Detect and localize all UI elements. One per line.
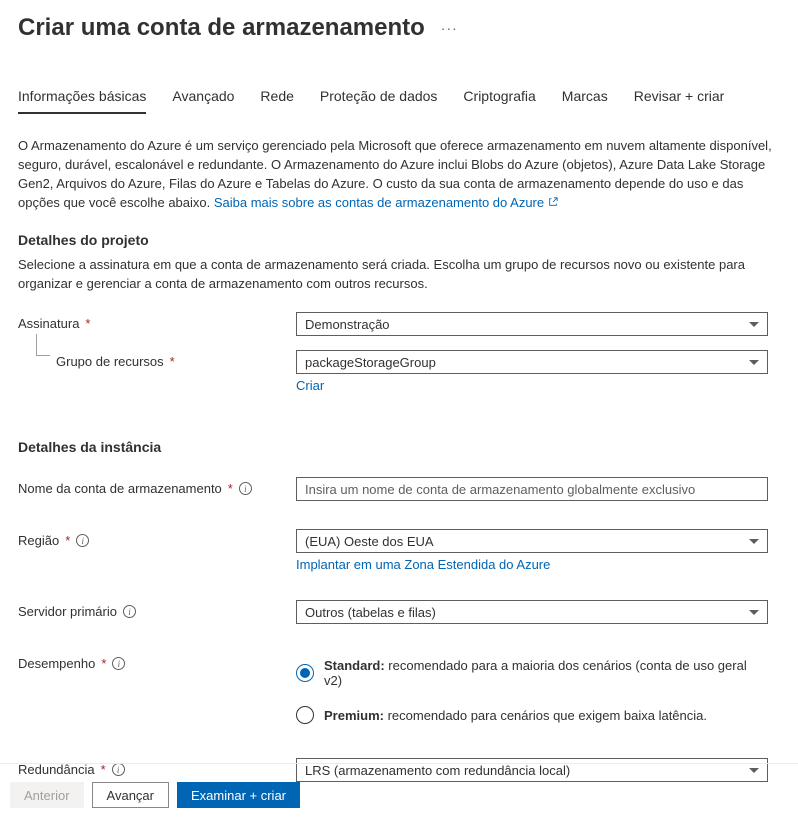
required-asterisk: *	[170, 354, 175, 369]
row-primary-service: Servidor primário i Outros (tabelas e fi…	[18, 600, 780, 624]
tab-advanced[interactable]: Avançado	[172, 88, 234, 114]
row-resource-group: Grupo de recursos* packageStorageGroup C…	[18, 350, 780, 393]
required-asterisk: *	[228, 481, 233, 496]
form-content: O Armazenamento do Azure é um serviço ge…	[0, 115, 798, 806]
previous-button: Anterior	[10, 782, 84, 808]
tab-encryption[interactable]: Criptografia	[463, 88, 535, 114]
create-resource-group-link[interactable]: Criar	[296, 378, 324, 393]
tab-networking[interactable]: Rede	[260, 88, 293, 114]
tab-review-create[interactable]: Revisar + criar	[634, 88, 725, 114]
section-project-details-desc: Selecione a assinatura em que a conta de…	[18, 256, 780, 294]
tab-bar: Informações básicas Avançado Rede Proteç…	[0, 48, 798, 115]
row-region: Região* i (EUA) Oeste dos EUA Implantar …	[18, 529, 780, 572]
row-subscription: Assinatura* Demonstração	[18, 312, 780, 336]
page-title: Criar uma conta de armazenamento	[18, 14, 425, 42]
region-label: Região* i	[18, 529, 296, 548]
region-value: (EUA) Oeste dos EUA	[305, 534, 434, 549]
info-icon[interactable]: i	[76, 534, 89, 547]
info-icon[interactable]: i	[112, 657, 125, 670]
page-header: Criar uma conta de armazenamento ···	[0, 0, 798, 48]
subscription-select[interactable]: Demonstração	[296, 312, 768, 336]
info-icon[interactable]: i	[239, 482, 252, 495]
performance-label: Desempenho* i	[18, 652, 296, 671]
chevron-down-icon	[749, 322, 759, 327]
performance-radio-premium[interactable]: Premium: recomendado para cenários que e…	[296, 706, 768, 724]
resource-group-select[interactable]: packageStorageGroup	[296, 350, 768, 374]
storage-name-label: Nome da conta de armazenamento* i	[18, 477, 296, 496]
learn-more-link[interactable]: Saiba mais sobre as contas de armazename…	[214, 195, 558, 210]
review-create-button[interactable]: Examinar + criar	[177, 782, 300, 808]
storage-name-input[interactable]	[296, 477, 768, 501]
footer-bar: Anterior Avançar Examinar + criar	[0, 763, 798, 826]
more-icon[interactable]: ···	[441, 20, 458, 36]
external-link-icon	[548, 197, 558, 207]
tab-tags[interactable]: Marcas	[562, 88, 608, 114]
primary-service-label: Servidor primário i	[18, 600, 296, 619]
subscription-label: Assinatura*	[18, 312, 296, 331]
performance-standard-label: Standard: recomendado para a maioria dos…	[324, 658, 768, 688]
resource-group-value: packageStorageGroup	[305, 355, 436, 370]
radio-icon	[296, 664, 314, 682]
tab-basics[interactable]: Informações básicas	[18, 88, 146, 114]
tree-line-icon	[36, 334, 50, 356]
resource-group-label: Grupo de recursos*	[18, 350, 296, 369]
primary-service-select[interactable]: Outros (tabelas e filas)	[296, 600, 768, 624]
subscription-value: Demonstração	[305, 317, 390, 332]
extended-zone-link[interactable]: Implantar em uma Zona Estendida do Azure	[296, 557, 550, 572]
row-storage-name: Nome da conta de armazenamento* i	[18, 477, 780, 501]
chevron-down-icon	[749, 360, 759, 365]
performance-premium-label: Premium: recomendado para cenários que e…	[324, 708, 707, 723]
primary-service-value: Outros (tabelas e filas)	[305, 605, 436, 620]
region-select[interactable]: (EUA) Oeste dos EUA	[296, 529, 768, 553]
info-icon[interactable]: i	[123, 605, 136, 618]
required-asterisk: *	[65, 533, 70, 548]
intro-text: O Armazenamento do Azure é um serviço ge…	[18, 137, 780, 212]
row-performance: Desempenho* i Standard: recomendado para…	[18, 652, 780, 724]
performance-radio-standard[interactable]: Standard: recomendado para a maioria dos…	[296, 658, 768, 688]
required-asterisk: *	[85, 316, 90, 331]
section-instance-details-title: Detalhes da instância	[18, 439, 780, 455]
chevron-down-icon	[749, 539, 759, 544]
performance-radio-group: Standard: recomendado para a maioria dos…	[296, 652, 768, 724]
tab-data-protection[interactable]: Proteção de dados	[320, 88, 438, 114]
radio-icon	[296, 706, 314, 724]
required-asterisk: *	[101, 656, 106, 671]
next-button[interactable]: Avançar	[92, 782, 169, 808]
section-project-details-title: Detalhes do projeto	[18, 232, 780, 248]
chevron-down-icon	[749, 610, 759, 615]
